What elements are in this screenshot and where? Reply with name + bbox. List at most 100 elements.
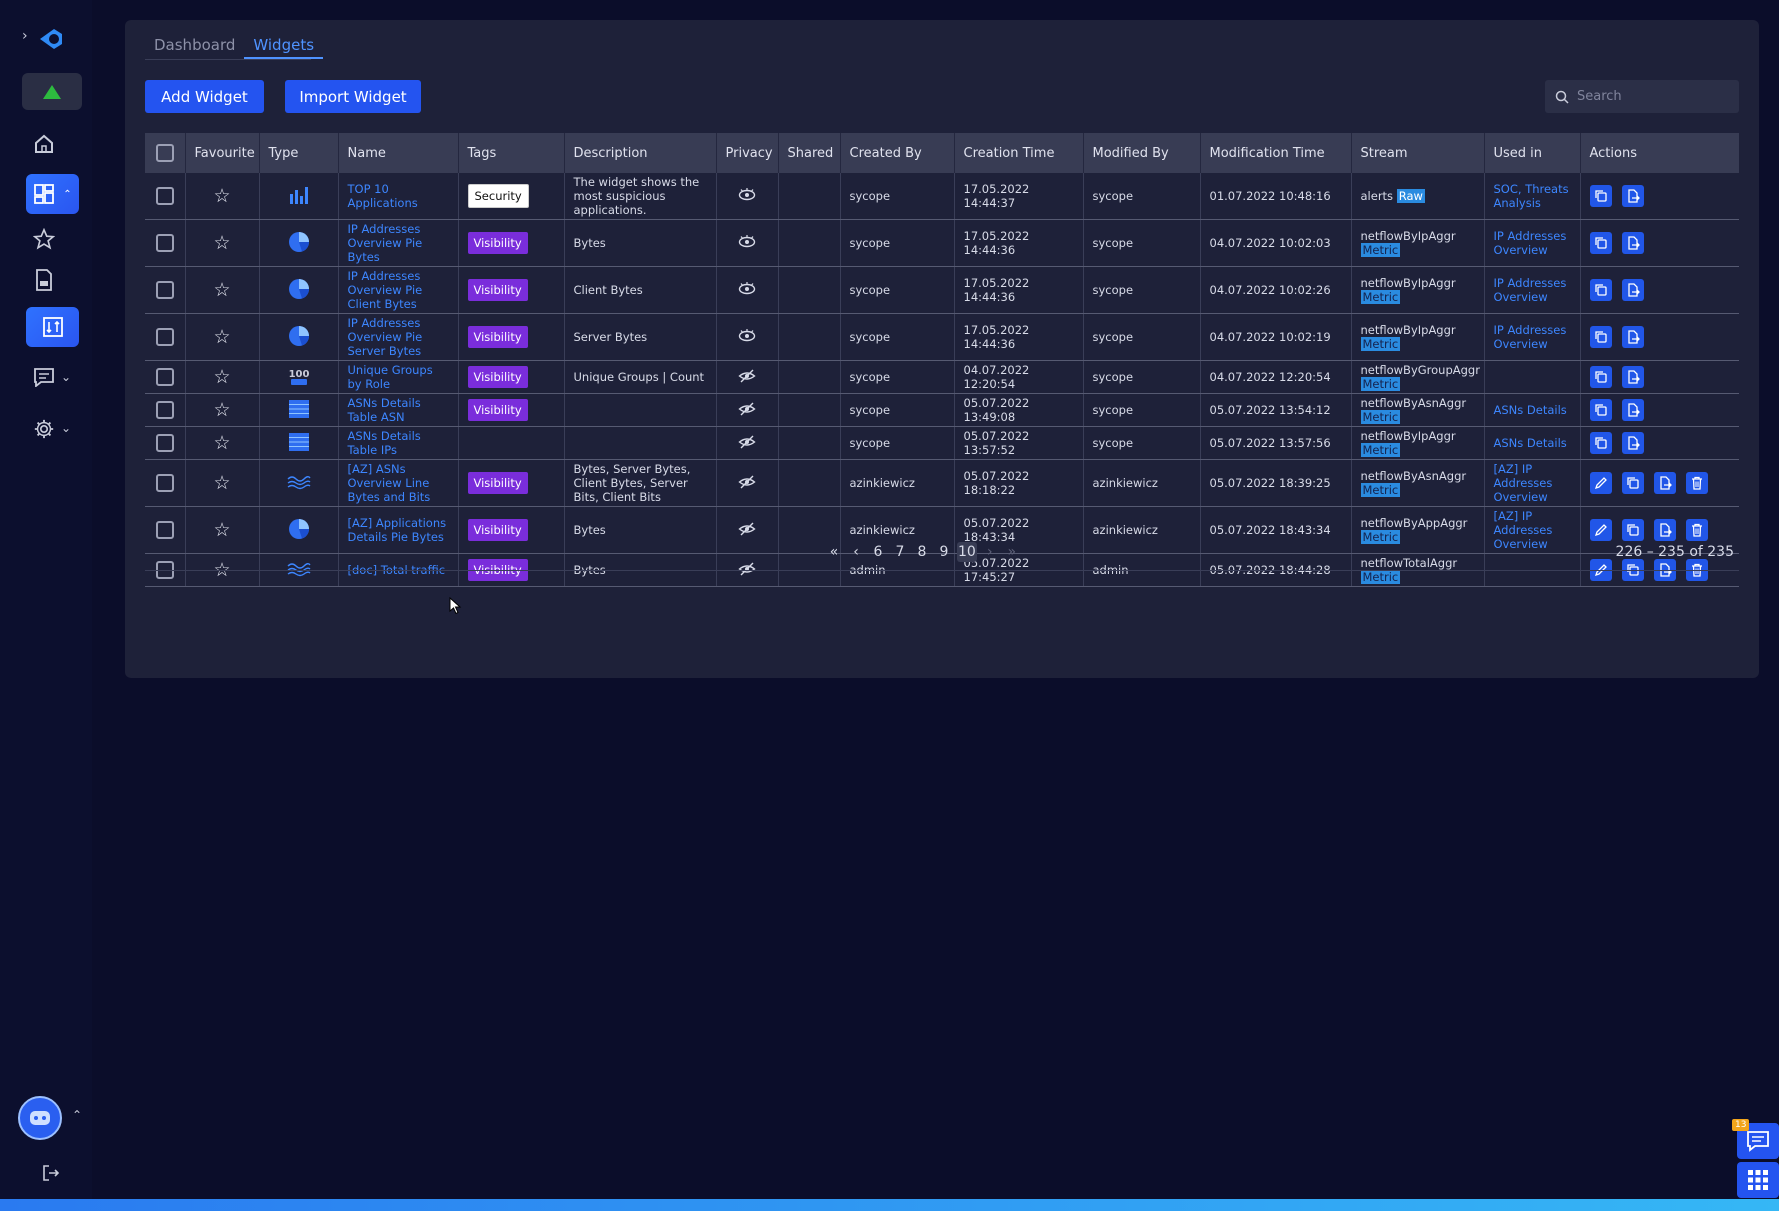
used-in-link[interactable]: IP Addresses Overview (1494, 323, 1567, 351)
next-page-icon[interactable]: › (981, 542, 999, 562)
favourite-star-icon[interactable]: ☆ (195, 233, 250, 253)
page-10-current[interactable]: 10 (957, 542, 977, 562)
first-page-icon[interactable]: « (825, 542, 843, 562)
used-in-link[interactable]: IP Addresses Overview (1494, 229, 1567, 257)
export-action-button[interactable] (1653, 519, 1676, 541)
favourite-star-icon[interactable]: ☆ (195, 186, 250, 206)
widget-name-link[interactable]: [AZ] Applications Details Pie Bytes (348, 516, 447, 544)
page-8[interactable]: 8 (913, 542, 931, 562)
page-7[interactable]: 7 (891, 542, 909, 562)
used-in-link[interactable]: ASNs Details (1494, 403, 1567, 417)
col-description[interactable]: Description (564, 133, 717, 173)
search-input[interactable] (1577, 89, 1727, 104)
row-checkbox[interactable] (155, 401, 174, 419)
widget-name-link[interactable]: IP Addresses Overview Pie Server Bytes (348, 316, 423, 358)
table-row[interactable]: ☆ 100 Unique Groups by Role Visibility U… (145, 360, 1739, 394)
edit-action-button[interactable] (1589, 472, 1612, 494)
favourite-star-icon[interactable]: ☆ (195, 520, 250, 540)
tag-badge[interactable]: Visibility (467, 519, 528, 541)
tag-badge[interactable]: Security (467, 184, 529, 208)
row-checkbox[interactable] (155, 281, 174, 299)
copy-action-button[interactable] (1589, 399, 1612, 421)
col-modified-by[interactable]: Modified By (1083, 133, 1201, 173)
select-all-checkbox[interactable] (155, 144, 174, 162)
add-widget-button[interactable]: Add Widget (145, 80, 264, 113)
copy-action-button[interactable] (1589, 279, 1612, 301)
col-used-in[interactable]: Used in (1484, 133, 1581, 173)
export-action-button[interactable] (1621, 366, 1644, 388)
used-in-link[interactable]: [AZ] IP Addresses Overview (1494, 509, 1553, 551)
delete-action-button[interactable] (1685, 519, 1708, 541)
table-row[interactable]: ☆ IP Addresses Overview Pie Server Bytes… (145, 313, 1739, 361)
copy-action-button[interactable] (1589, 366, 1612, 388)
col-stream[interactable]: Stream (1351, 133, 1485, 173)
table-row[interactable]: ☆ TOP 10 Applications Security The widge… (145, 173, 1739, 220)
row-checkbox[interactable] (155, 474, 174, 492)
page-9[interactable]: 9 (935, 542, 953, 562)
messages-chevron-icon[interactable]: ⌄ (61, 370, 71, 384)
prev-page-icon[interactable]: ‹ (847, 542, 865, 562)
table-row[interactable]: ☆ [AZ] ASNs Overview Line Bytes and Bits… (145, 459, 1739, 507)
expand-chevron-icon[interactable]: › (22, 28, 28, 44)
table-row[interactable]: ☆ ASNs Details Table ASN Visibility syco… (145, 393, 1739, 427)
widget-name-link[interactable]: Unique Groups by Role (348, 363, 433, 391)
copy-action-button[interactable] (1621, 472, 1644, 494)
export-action-button[interactable] (1621, 185, 1644, 207)
export-action-button[interactable] (1653, 472, 1676, 494)
col-tags[interactable]: Tags (458, 133, 565, 173)
widget-name-link[interactable]: IP Addresses Overview Pie Client Bytes (348, 269, 423, 311)
widget-name-link[interactable]: IP Addresses Overview Pie Bytes (348, 222, 423, 264)
messages-icon[interactable] (32, 366, 56, 388)
tag-badge[interactable]: Visibility (467, 326, 528, 348)
row-checkbox[interactable] (155, 187, 174, 205)
widget-name-link[interactable]: [AZ] ASNs Overview Line Bytes and Bits (348, 462, 431, 504)
table-row[interactable]: ☆ IP Addresses Overview Pie Client Bytes… (145, 266, 1739, 314)
export-action-button[interactable] (1621, 232, 1644, 254)
copy-action-button[interactable] (1589, 326, 1612, 348)
tag-badge[interactable]: Visibility (467, 472, 528, 494)
used-in-link[interactable]: ASNs Details (1494, 436, 1567, 450)
copy-action-button[interactable] (1589, 185, 1612, 207)
dashboards-menu[interactable]: ⌃ (26, 174, 79, 214)
col-created-by[interactable]: Created By (840, 133, 955, 173)
col-type[interactable]: Type (259, 133, 339, 173)
table-row[interactable]: ☆ IP Addresses Overview Pie Bytes Visibi… (145, 219, 1739, 267)
settings-gear-icon[interactable] (32, 417, 56, 441)
tag-badge[interactable]: Visibility (467, 279, 528, 301)
edit-action-button[interactable] (1589, 519, 1612, 541)
page-6[interactable]: 6 (869, 542, 887, 562)
home-icon[interactable] (30, 132, 58, 156)
used-in-link[interactable]: [AZ] IP Addresses Overview (1494, 462, 1553, 504)
tag-badge[interactable]: Visibility (467, 366, 528, 388)
favourite-star-icon[interactable]: ☆ (195, 327, 250, 347)
favourites-star-icon[interactable] (32, 227, 56, 251)
row-checkbox[interactable] (155, 234, 174, 252)
used-in-link[interactable]: IP Addresses Overview (1494, 276, 1567, 304)
avatar-chevron-up-icon[interactable]: ⌃ (72, 1108, 82, 1122)
widget-name-link[interactable]: TOP 10 Applications (348, 182, 418, 210)
tab-widgets[interactable]: Widgets (244, 34, 324, 59)
col-modification-time[interactable]: Modification Time (1200, 133, 1352, 173)
avatar[interactable] (18, 1096, 62, 1140)
copy-action-button[interactable] (1589, 232, 1612, 254)
row-checkbox[interactable] (155, 328, 174, 346)
export-action-button[interactable] (1621, 399, 1644, 421)
copy-action-button[interactable] (1621, 519, 1644, 541)
tag-badge[interactable]: Visibility (467, 232, 528, 254)
export-action-button[interactable] (1621, 326, 1644, 348)
col-shared[interactable]: Shared (778, 133, 841, 173)
tab-dashboard[interactable]: Dashboard (145, 34, 244, 59)
widget-name-link[interactable]: ASNs Details Table ASN (348, 396, 421, 424)
logout-icon[interactable] (40, 1162, 62, 1184)
row-checkbox[interactable] (155, 521, 174, 539)
import-widget-button[interactable]: Import Widget (285, 80, 421, 113)
tag-badge[interactable]: Visibility (467, 399, 528, 421)
favourite-star-icon[interactable]: ☆ (195, 400, 250, 420)
delete-action-button[interactable] (1685, 472, 1708, 494)
favourite-star-icon[interactable]: ☆ (195, 473, 250, 493)
widgets-menu[interactable] (26, 307, 79, 347)
row-checkbox[interactable] (155, 434, 174, 452)
favourite-star-icon[interactable]: ☆ (195, 367, 250, 387)
export-action-button[interactable] (1621, 279, 1644, 301)
apps-grid-button[interactable] (1737, 1162, 1779, 1198)
